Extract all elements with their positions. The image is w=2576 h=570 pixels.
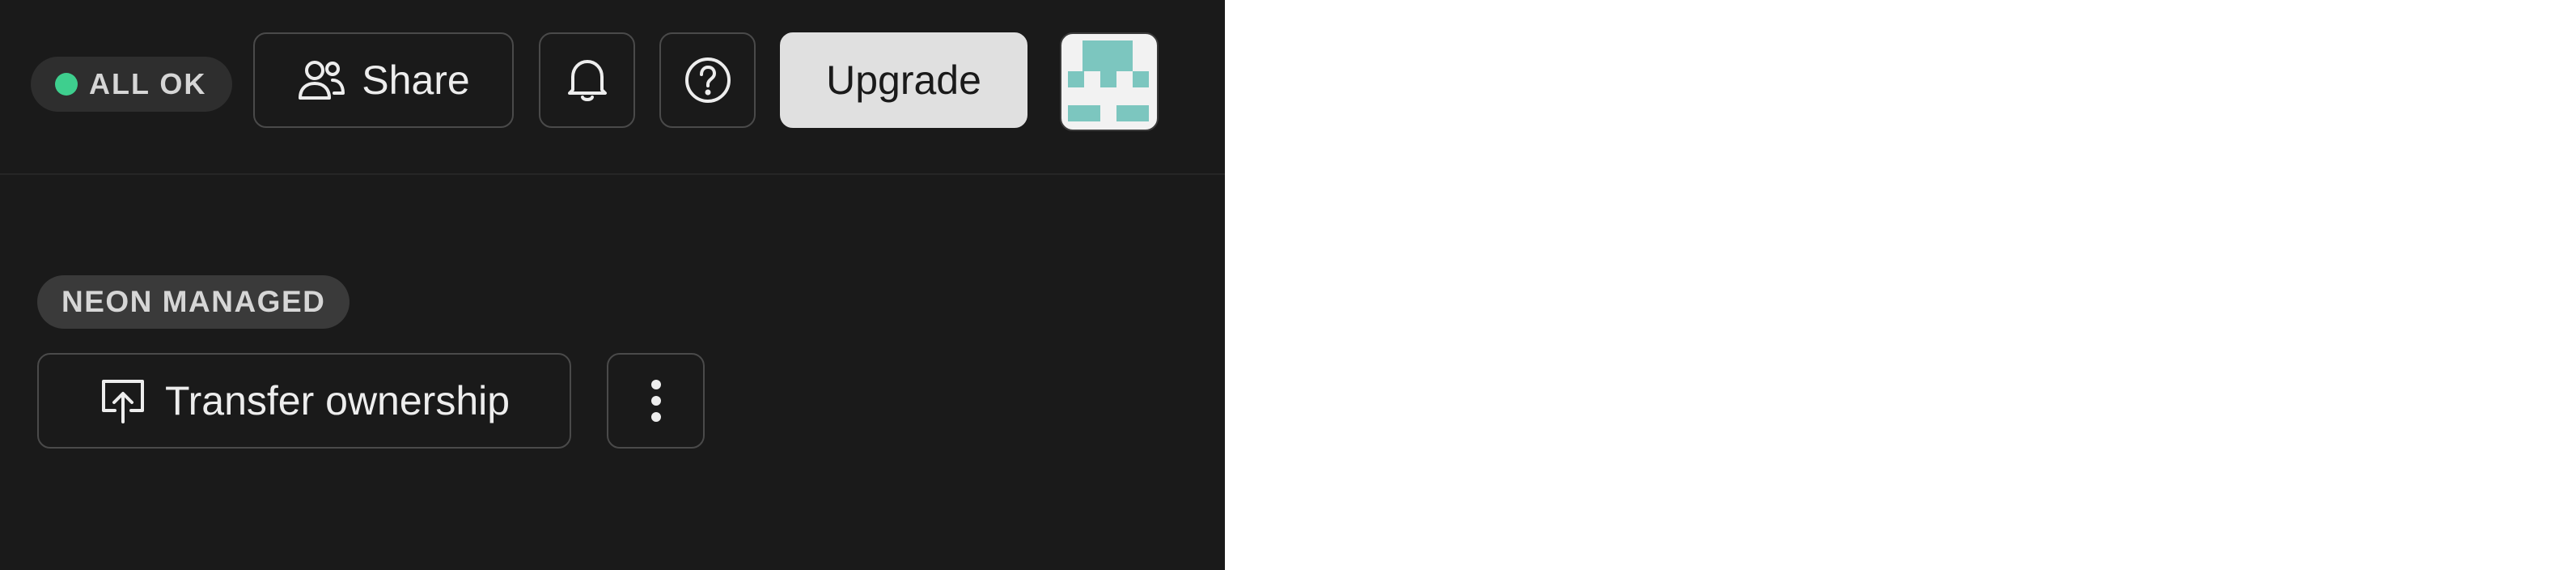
question-circle-icon xyxy=(684,56,732,104)
top-bar: ALL OK Share Upgrade xyxy=(0,0,1225,175)
share-label: Share xyxy=(362,57,470,103)
users-icon xyxy=(297,57,345,103)
more-options-button[interactable] xyxy=(607,353,705,449)
project-panel: ALL OK Share Upgrade NEON MANAGED Transf… xyxy=(0,0,1225,570)
status-dot-icon xyxy=(55,73,78,96)
neon-managed-badge: NEON MANAGED xyxy=(37,275,350,329)
user-avatar[interactable] xyxy=(1060,32,1159,131)
badge-label: NEON MANAGED xyxy=(61,285,326,318)
help-button[interactable] xyxy=(659,32,756,128)
transfer-ownership-button[interactable]: Transfer ownership xyxy=(37,353,571,449)
bell-icon xyxy=(566,57,608,103)
vertical-ellipsis-icon xyxy=(650,378,663,423)
share-button[interactable]: Share xyxy=(253,32,514,128)
status-label: ALL OK xyxy=(89,67,207,100)
upgrade-label: Upgrade xyxy=(826,57,981,103)
transfer-ownership-label: Transfer ownership xyxy=(164,378,511,423)
upgrade-button[interactable]: Upgrade xyxy=(780,32,1027,128)
upload-box-icon xyxy=(99,376,147,425)
notifications-button[interactable] xyxy=(539,32,635,128)
status-indicator[interactable]: ALL OK xyxy=(31,57,233,112)
identicon-avatar-icon xyxy=(1068,40,1149,121)
